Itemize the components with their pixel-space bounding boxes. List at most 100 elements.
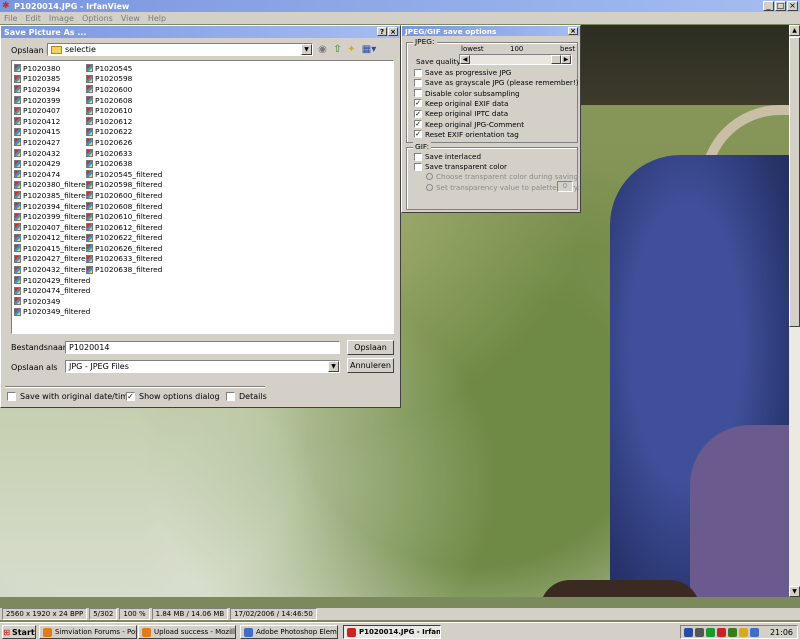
option-row[interactable]: Save interlaced	[414, 152, 481, 161]
new-folder-icon[interactable]: ✦	[346, 44, 357, 55]
taskbar-button[interactable]: P1020014.JPG - Irfan...	[343, 625, 441, 639]
list-item[interactable]: P1020638_filtered	[86, 264, 162, 275]
list-item[interactable]: P1020432_filtered	[14, 264, 90, 275]
list-item[interactable]: P1020545_filtered	[86, 169, 162, 180]
list-item[interactable]: P1020429_filtered	[14, 275, 90, 286]
list-item[interactable]: P1020598_filtered	[86, 180, 162, 191]
list-item[interactable]: P1020622_filtered	[86, 233, 162, 244]
list-item[interactable]: P1020626_filtered	[86, 243, 162, 254]
original-date-option[interactable]: Save with original date/time	[7, 392, 133, 401]
gif-radio-choose[interactable]: Choose transparent color during saving	[426, 172, 578, 181]
options-close-button[interactable]: ×	[568, 27, 578, 35]
tray-icon-updates[interactable]	[728, 627, 737, 637]
close-button[interactable]: ×	[787, 1, 798, 11]
slider-left-arrow[interactable]: ◀	[460, 55, 470, 64]
taskbar-button[interactable]: Adobe Photoshop Eleme...	[240, 625, 338, 639]
list-item[interactable]: P1020633	[86, 148, 162, 159]
savetype-combo[interactable]: JPG - JPEG Files ▼	[65, 360, 340, 373]
option-row[interactable]: ✓ Reset EXIF orientation tag	[414, 130, 519, 139]
show-options-checkbox[interactable]: ✓	[126, 392, 135, 401]
dialog-title-bar[interactable]: Save Picture As ... ? ×	[1, 26, 400, 38]
list-item[interactable]: P1020600_filtered	[86, 190, 162, 201]
list-item[interactable]: P1020415_filtered	[14, 243, 90, 254]
option-row[interactable]: Save as progressive JPG	[414, 68, 511, 77]
chevron-down-icon[interactable]: ▼	[301, 44, 312, 55]
list-item[interactable]: P1020385	[14, 74, 90, 85]
help-button[interactable]: ?	[377, 27, 387, 36]
list-item[interactable]: P1020399_filtered	[14, 211, 90, 222]
menu-edit[interactable]: Edit	[25, 14, 41, 23]
option-row[interactable]: Disable color subsampling	[414, 89, 520, 98]
list-item[interactable]: P1020412_filtered	[14, 233, 90, 244]
show-options-option[interactable]: ✓ Show options dialog	[126, 392, 220, 401]
scroll-down-arrow[interactable]: ▼	[789, 586, 800, 597]
option-checkbox[interactable]	[414, 68, 422, 77]
tray-icon-volume[interactable]	[739, 627, 748, 637]
taskbar-button[interactable]: Simviation Forums - Post ...	[39, 625, 137, 639]
list-item[interactable]: P1020608_filtered	[86, 201, 162, 212]
menu-image[interactable]: Image	[49, 14, 74, 23]
chevron-down-icon[interactable]: ▼	[328, 361, 339, 372]
list-item[interactable]: P1020626	[86, 137, 162, 148]
option-checkbox[interactable]	[414, 78, 422, 87]
back-icon[interactable]: ◉	[317, 44, 328, 55]
taskbar-button[interactable]: Upload success - Mozilla ...	[138, 625, 236, 639]
list-item[interactable]: P1020600	[86, 84, 162, 95]
option-checkbox[interactable]: ✓	[414, 99, 422, 108]
option-row[interactable]: ✓ Keep original JPG-Comment	[414, 120, 524, 129]
list-item[interactable]: P1020407_filtered	[14, 222, 90, 233]
slider-right-arrow[interactable]: ▶	[561, 55, 571, 64]
vertical-scrollbar[interactable]: ▲ ▼	[789, 25, 800, 597]
dialog-close-button[interactable]: ×	[388, 27, 398, 36]
tray-icon-antivirus[interactable]	[717, 627, 726, 637]
menu-file[interactable]: File	[4, 14, 17, 23]
list-item[interactable]: P1020385_filtered	[14, 190, 90, 201]
save-button[interactable]: Opslaan	[347, 340, 394, 355]
list-item[interactable]: P1020394_filtered	[14, 201, 90, 212]
quality-slider[interactable]: ◀ ▶	[459, 54, 572, 65]
scroll-up-arrow[interactable]: ▲	[789, 25, 800, 36]
list-item[interactable]: P1020474_filtered	[14, 285, 90, 296]
minimize-button[interactable]: _	[763, 1, 774, 11]
list-item[interactable]: P1020612	[86, 116, 162, 127]
scroll-thumb[interactable]	[789, 37, 800, 327]
tray-icon-security[interactable]	[706, 627, 715, 637]
option-checkbox[interactable]	[414, 152, 422, 161]
option-row[interactable]: ✓ Keep original EXIF data	[414, 99, 508, 108]
details-checkbox[interactable]	[226, 392, 235, 401]
list-item[interactable]: P1020415	[14, 127, 90, 138]
list-item[interactable]: P1020427	[14, 137, 90, 148]
option-checkbox[interactable]	[414, 162, 422, 171]
option-row[interactable]: Save as grayscale JPG (please remember!)	[414, 78, 579, 87]
list-item[interactable]: P1020610_filtered	[86, 211, 162, 222]
option-checkbox[interactable]: ✓	[414, 109, 422, 118]
file-list[interactable]: P1020380 P1020385 P1020394 P1020399 P1020407…	[11, 60, 394, 334]
list-item[interactable]: P1020612_filtered	[86, 222, 162, 233]
list-item[interactable]: P1020638	[86, 158, 162, 169]
list-item[interactable]: P1020474	[14, 169, 90, 180]
list-item[interactable]: P1020407	[14, 105, 90, 116]
list-item[interactable]: P1020598	[86, 74, 162, 85]
tray-icon-messenger[interactable]	[750, 627, 759, 637]
view-menu-icon[interactable]: ▦▾	[361, 44, 377, 55]
list-item[interactable]: P1020633_filtered	[86, 254, 162, 265]
up-folder-icon[interactable]: ⇧	[332, 44, 343, 55]
main-title-bar[interactable]: ✱ P1020014.JPG - IrfanView _ □ ×	[0, 0, 800, 12]
original-date-checkbox[interactable]	[7, 392, 16, 401]
details-option[interactable]: Details	[226, 392, 267, 401]
list-item[interactable]: P1020545	[86, 63, 162, 74]
option-row[interactable]: Save transparent color	[414, 162, 507, 171]
menu-view[interactable]: View	[121, 14, 140, 23]
list-item[interactable]: P1020432	[14, 148, 90, 159]
menu-options[interactable]: Options	[82, 14, 113, 23]
list-item[interactable]: P1020349	[14, 296, 90, 307]
maximize-button[interactable]: □	[775, 1, 786, 11]
tray-icon-network[interactable]	[684, 627, 693, 637]
palette-entry-input[interactable]: 0	[557, 181, 573, 192]
cancel-button[interactable]: Annuleren	[347, 358, 394, 373]
list-item[interactable]: P1020399	[14, 95, 90, 106]
list-item[interactable]: P1020608	[86, 95, 162, 106]
start-button[interactable]: ⊞ Start	[2, 625, 36, 639]
quality-slider-thumb[interactable]	[551, 55, 561, 64]
option-checkbox[interactable]: ✓	[414, 130, 422, 139]
